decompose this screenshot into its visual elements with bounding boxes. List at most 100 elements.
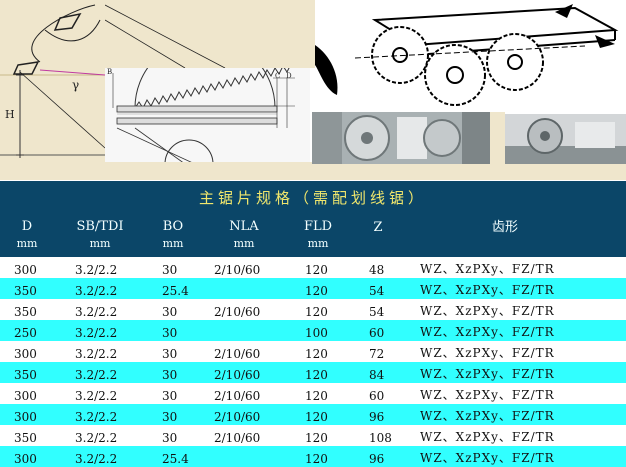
cell-z: 108 [369, 431, 392, 445]
cell-z: 48 [369, 263, 385, 277]
header-d-unit: mm [16, 237, 38, 250]
cell-bo: 30 [162, 389, 178, 403]
cell-bo: 30 [162, 305, 178, 319]
cell-sb-tdi: 3.2/2.2 [75, 305, 118, 319]
table-row: 300 3.2/2.2 30 2/10/60 120 60 WZ、XzPXy、FZ/TR [0, 383, 626, 404]
cell-fld: 120 [305, 410, 328, 424]
header-tooth-shape: 齿形 [470, 213, 540, 257]
cell-sb-tdi: 3.2/2.2 [75, 410, 118, 424]
cell-sb-tdi: 3.2/2.2 [75, 347, 118, 361]
cell-nla: 2/10/60 [214, 305, 261, 319]
cell-fld: 120 [305, 305, 328, 319]
cell-sb-tdi: 3.2/2.2 [75, 431, 118, 445]
cell-d: 350 [14, 431, 37, 445]
cell-z: 96 [369, 452, 385, 466]
cell-z: 60 [369, 326, 385, 340]
cell-fld: 120 [305, 284, 328, 298]
cell-z: 60 [369, 389, 385, 403]
illustration-strip: H γ B C D [0, 0, 626, 180]
cell-d: 250 [14, 326, 37, 340]
cell-sb-tdi: 3.2/2.2 [75, 389, 118, 403]
cell-tooth-shape: WZ、XzPXy、FZ/TR [420, 430, 555, 444]
header-z-name: Z [373, 220, 383, 235]
cell-fld: 120 [305, 263, 328, 277]
height-label: H [5, 108, 15, 121]
cell-d: 300 [14, 452, 37, 466]
cell-bo: 30 [162, 263, 178, 277]
cell-bo: 30 [162, 368, 178, 382]
cell-fld: 120 [305, 452, 328, 466]
cell-tooth-shape: WZ、XzPXy、FZ/TR [420, 283, 555, 297]
cell-sb-tdi: 3.2/2.2 [75, 284, 118, 298]
header-bo-unit: mm [162, 237, 184, 250]
cell-d: 300 [14, 389, 37, 403]
header-sb-tdi-unit: mm [89, 237, 111, 250]
blade-label-b: B [107, 68, 113, 76]
cell-tooth-shape: WZ、XzPXy、FZ/TR [420, 262, 555, 276]
cell-fld: 120 [305, 347, 328, 361]
table-row: 300 3.2/2.2 25.4 120 96 WZ、XzPXy、FZ/TR [0, 446, 626, 467]
header-fld-unit: mm [307, 237, 329, 250]
cell-tooth-shape: WZ、XzPXy、FZ/TR [420, 409, 555, 423]
gamma-label: γ [72, 78, 80, 92]
cell-z: 96 [369, 410, 385, 424]
cell-bo: 30 [162, 347, 178, 361]
cell-nla: 2/10/60 [214, 368, 261, 382]
saw-machine-sketch [315, 0, 626, 112]
cell-fld: 120 [305, 368, 328, 382]
cell-nla: 2/10/60 [214, 389, 261, 403]
header-tooth-shape-name: 齿形 [491, 220, 518, 235]
cell-fld: 120 [305, 389, 328, 403]
saw-blade-spec-table: 主锯片规格（需配划线锯） D mm SB/TDI mm BO mm NLA mm… [0, 181, 626, 467]
cell-nla: 2/10/60 [214, 431, 261, 445]
cell-d: 300 [14, 347, 37, 361]
header-sb-tdi-name: SB/TDI [76, 219, 124, 234]
cell-nla: 2/10/60 [214, 263, 261, 277]
header-fld-name: FLD [303, 219, 333, 234]
cell-z: 54 [369, 284, 385, 298]
cell-nla: 2/10/60 [214, 410, 261, 424]
table-row: 350 3.2/2.2 30 2/10/60 120 54 WZ、XzPXy、FZ/TR [0, 299, 626, 320]
cell-tooth-shape: WZ、XzPXy、FZ/TR [420, 304, 555, 318]
cell-sb-tdi: 3.2/2.2 [75, 368, 118, 382]
cell-d: 350 [14, 305, 37, 319]
blade-label-d: D [286, 72, 292, 80]
illustration-bottom-fill-right [312, 164, 626, 180]
table-row: 350 3.2/2.2 25.4 120 54 WZ、XzPXy、FZ/TR [0, 278, 626, 299]
cell-d: 300 [14, 263, 37, 277]
cell-tooth-shape: WZ、XzPXy、FZ/TR [420, 346, 555, 360]
header-d: D mm [0, 213, 54, 257]
cell-tooth-shape: WZ、XzPXy、FZ/TR [420, 367, 555, 381]
table-header-row: D mm SB/TDI mm BO mm NLA mm FLD mm Z 齿形 [0, 213, 626, 257]
header-nla-name: NLA [229, 219, 259, 234]
header-z: Z [358, 213, 398, 257]
cell-z: 84 [369, 368, 385, 382]
cell-tooth-shape: WZ、XzPXy、FZ/TR [420, 451, 555, 465]
cell-fld: 120 [305, 431, 328, 445]
cell-z: 72 [369, 347, 385, 361]
cell-bo: 25.4 [162, 452, 189, 466]
table-row: 350 3.2/2.2 30 2/10/60 120 84 WZ、XzPXy、FZ/TR [0, 362, 626, 383]
saw-photo-right [505, 114, 626, 164]
blade-cross-section-diagram: B C D [105, 68, 310, 164]
tooth-angle-diagram: H γ [0, 0, 105, 162]
cell-d: 350 [14, 368, 37, 382]
header-fld: FLD mm [293, 213, 343, 257]
header-nla-unit: mm [233, 237, 255, 250]
cell-nla: 2/10/60 [214, 347, 261, 361]
table-row: 300 3.2/2.2 30 2/10/60 120 72 WZ、XzPXy、FZ/TR [0, 341, 626, 362]
cell-bo: 30 [162, 410, 178, 424]
cell-fld: 100 [305, 326, 328, 340]
cell-bo: 30 [162, 431, 178, 445]
header-d-name: D [21, 219, 33, 234]
cell-d: 350 [14, 284, 37, 298]
saw-photo-left [312, 112, 490, 164]
blade-label-c: C [275, 72, 281, 80]
header-bo: BO mm [148, 213, 198, 257]
cell-bo: 25.4 [162, 284, 189, 298]
cell-bo: 30 [162, 326, 178, 340]
table-row: 300 3.2/2.2 30 2/10/60 120 96 WZ、XzPXy、FZ/TR [0, 404, 626, 425]
table-row: 350 3.2/2.2 30 2/10/60 120 108 WZ、XzPXy、FZ/TR [0, 425, 626, 446]
cell-sb-tdi: 3.2/2.2 [75, 452, 118, 466]
header-sb-tdi: SB/TDI mm [62, 213, 138, 257]
